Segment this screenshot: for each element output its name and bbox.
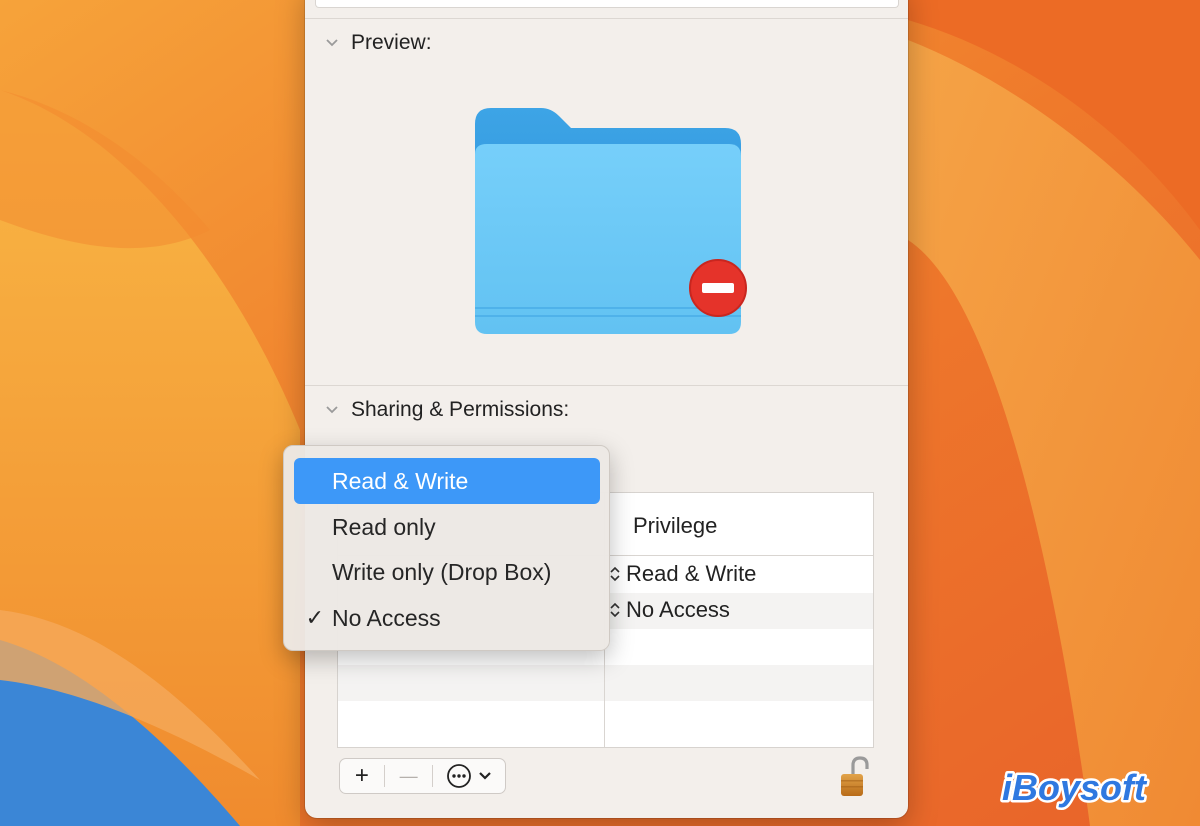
menu-item-read-only[interactable]: Read only [294,504,600,550]
menu-item-write-only[interactable]: Write only (Drop Box) [294,549,600,595]
divider [305,385,908,386]
preview-section-header[interactable]: Preview: [325,28,432,58]
privilege-column-header[interactable]: Privilege [633,513,717,539]
table-row [338,665,873,701]
privilege-popup[interactable]: No Access [608,597,730,623]
privilege-popup[interactable]: Read & Write [608,561,756,587]
ellipsis-circle-icon [447,764,472,788]
name-field[interactable] [315,0,899,8]
menu-item-label: No Access [332,604,441,631]
permissions-toolbar: + — [339,758,506,794]
chevron-down-icon [325,403,339,417]
privilege-value: Read & Write [626,561,757,586]
up-down-arrows-icon [608,602,622,618]
chevron-down-icon [479,772,491,780]
chevron-down-icon [325,36,339,50]
privilege-value: No Access [626,597,730,622]
menu-item-read-write[interactable]: Read & Write [294,458,600,504]
menu-item-label: Read & Write [332,467,469,494]
remove-button[interactable]: — [385,759,433,793]
menu-item-no-access[interactable]: ✓ No Access [294,595,600,641]
up-down-arrows-icon [608,566,622,582]
menu-item-label: Read only [332,513,436,540]
iboysoft-watermark: iBoysoft iBoysoft [1000,762,1180,812]
info-window: Preview: Sharing & Permissions: Privileg… [305,0,908,818]
table-row [338,701,873,737]
folder-icon [475,108,747,334]
preview-section-title: Preview: [351,31,432,54]
minus-icon: — [399,765,418,786]
sharing-section-title: Sharing & Permissions: [351,398,570,421]
plus-icon: + [354,762,369,789]
menu-item-label: Write only (Drop Box) [332,558,552,585]
watermark-text: iBoysoft [1002,767,1148,808]
lock-icon[interactable] [839,756,871,798]
sharing-section-header[interactable]: Sharing & Permissions: [325,395,569,425]
privilege-menu: Read & Write Read only Write only (Drop … [283,445,610,651]
checkmark-icon: ✓ [305,605,324,630]
folder-preview [471,108,751,343]
divider [305,18,908,19]
action-menu-button[interactable] [433,759,505,793]
add-button[interactable]: + [340,759,384,793]
